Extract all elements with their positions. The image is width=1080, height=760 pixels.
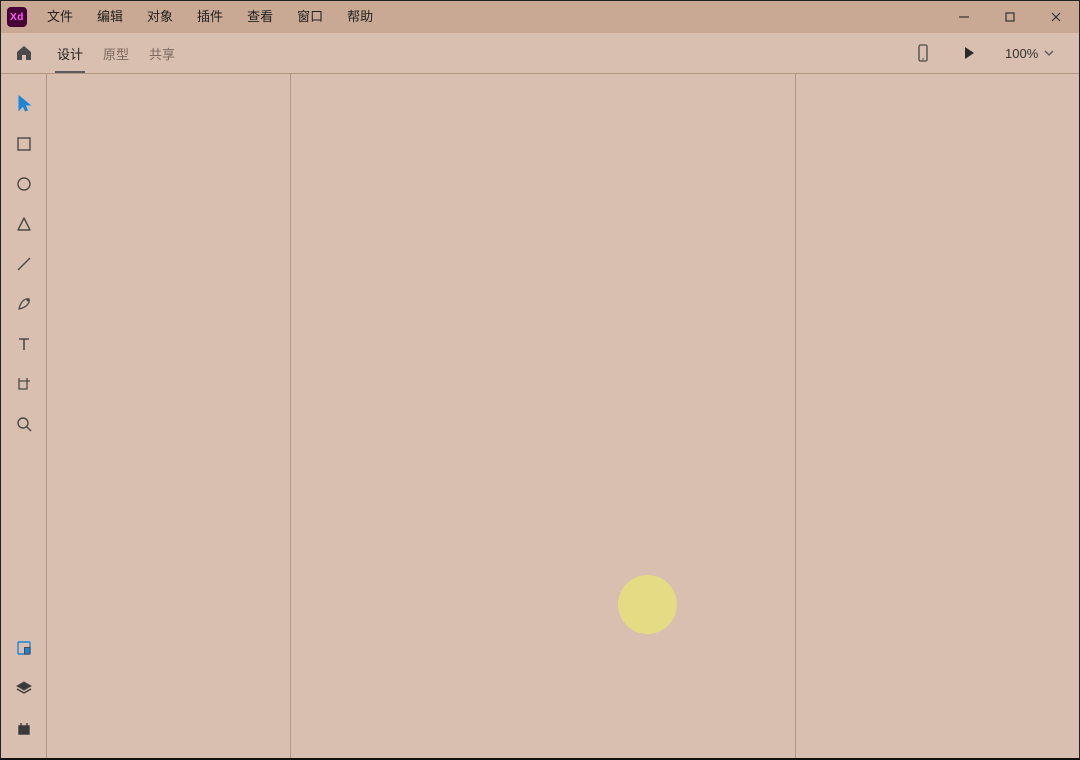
minus-icon (957, 10, 971, 24)
tab-label: 设计 (57, 44, 83, 63)
toolbar-bottom-group (1, 628, 47, 748)
app-logo[interactable]: Xd (7, 7, 27, 27)
menu-edit[interactable]: 编辑 (85, 1, 135, 33)
menubar: Xd 文件 编辑 对象 插件 查看 窗口 帮助 (1, 1, 1079, 33)
window-maximize-button[interactable] (987, 1, 1033, 33)
cursor-icon (16, 95, 32, 113)
zoom-value: 100% (1005, 46, 1038, 61)
circle-icon (15, 175, 33, 193)
menu-view[interactable]: 查看 (235, 1, 285, 33)
cursor-highlight-indicator (618, 575, 677, 634)
magnifier-icon (15, 415, 33, 433)
app-logo-text: Xd (10, 12, 24, 23)
tab-design[interactable]: 设计 (47, 33, 93, 73)
menu-help[interactable]: 帮助 (335, 1, 385, 33)
menu-file[interactable]: 文件 (35, 1, 85, 33)
menu-window[interactable]: 窗口 (285, 1, 335, 33)
tab-share[interactable]: 共享 (139, 33, 185, 73)
tab-label: 共享 (149, 44, 175, 63)
left-toolbar (1, 74, 47, 758)
home-icon (15, 44, 33, 62)
text-tool[interactable] (1, 324, 47, 364)
plugin-icon (15, 719, 33, 737)
pen-tool[interactable] (1, 284, 47, 324)
window-controls (941, 1, 1079, 33)
play-preview-button[interactable] (953, 37, 985, 69)
rectangle-icon (15, 135, 33, 153)
layers-icon (15, 679, 33, 697)
plugins-panel-button[interactable] (1, 708, 47, 748)
polygon-tool[interactable] (1, 204, 47, 244)
artboard-tool[interactable] (1, 364, 47, 404)
menu-object[interactable]: 对象 (135, 1, 185, 33)
chevron-down-icon (1044, 48, 1054, 58)
play-icon (961, 45, 977, 61)
libraries-panel-button[interactable] (1, 628, 47, 668)
pen-icon (15, 295, 33, 313)
home-button[interactable] (1, 33, 47, 73)
select-tool[interactable] (1, 84, 47, 124)
window-close-button[interactable] (1033, 1, 1079, 33)
phone-icon (916, 44, 930, 62)
tab-prototype[interactable]: 原型 (93, 33, 139, 73)
layers-panel-button[interactable] (1, 668, 47, 708)
artboard[interactable] (290, 74, 796, 758)
libraries-icon (15, 639, 33, 657)
menu-plugins[interactable]: 插件 (185, 1, 235, 33)
header-bar: 设计 原型 共享 100% (1, 33, 1079, 74)
square-icon (1003, 10, 1017, 24)
window-minimize-button[interactable] (941, 1, 987, 33)
tab-label: 原型 (103, 44, 129, 63)
line-tool[interactable] (1, 244, 47, 284)
rectangle-tool[interactable] (1, 124, 47, 164)
header-right-controls: 100% (907, 33, 1071, 73)
device-preview-button[interactable] (907, 37, 939, 69)
triangle-icon (15, 215, 33, 233)
text-icon (15, 335, 33, 353)
line-icon (15, 255, 33, 273)
zoom-tool[interactable] (1, 404, 47, 444)
canvas-workspace[interactable] (47, 74, 1079, 758)
zoom-dropdown[interactable]: 100% (999, 44, 1071, 63)
close-icon (1049, 10, 1063, 24)
main-body (1, 74, 1079, 758)
artboard-icon (15, 375, 33, 393)
ellipse-tool[interactable] (1, 164, 47, 204)
